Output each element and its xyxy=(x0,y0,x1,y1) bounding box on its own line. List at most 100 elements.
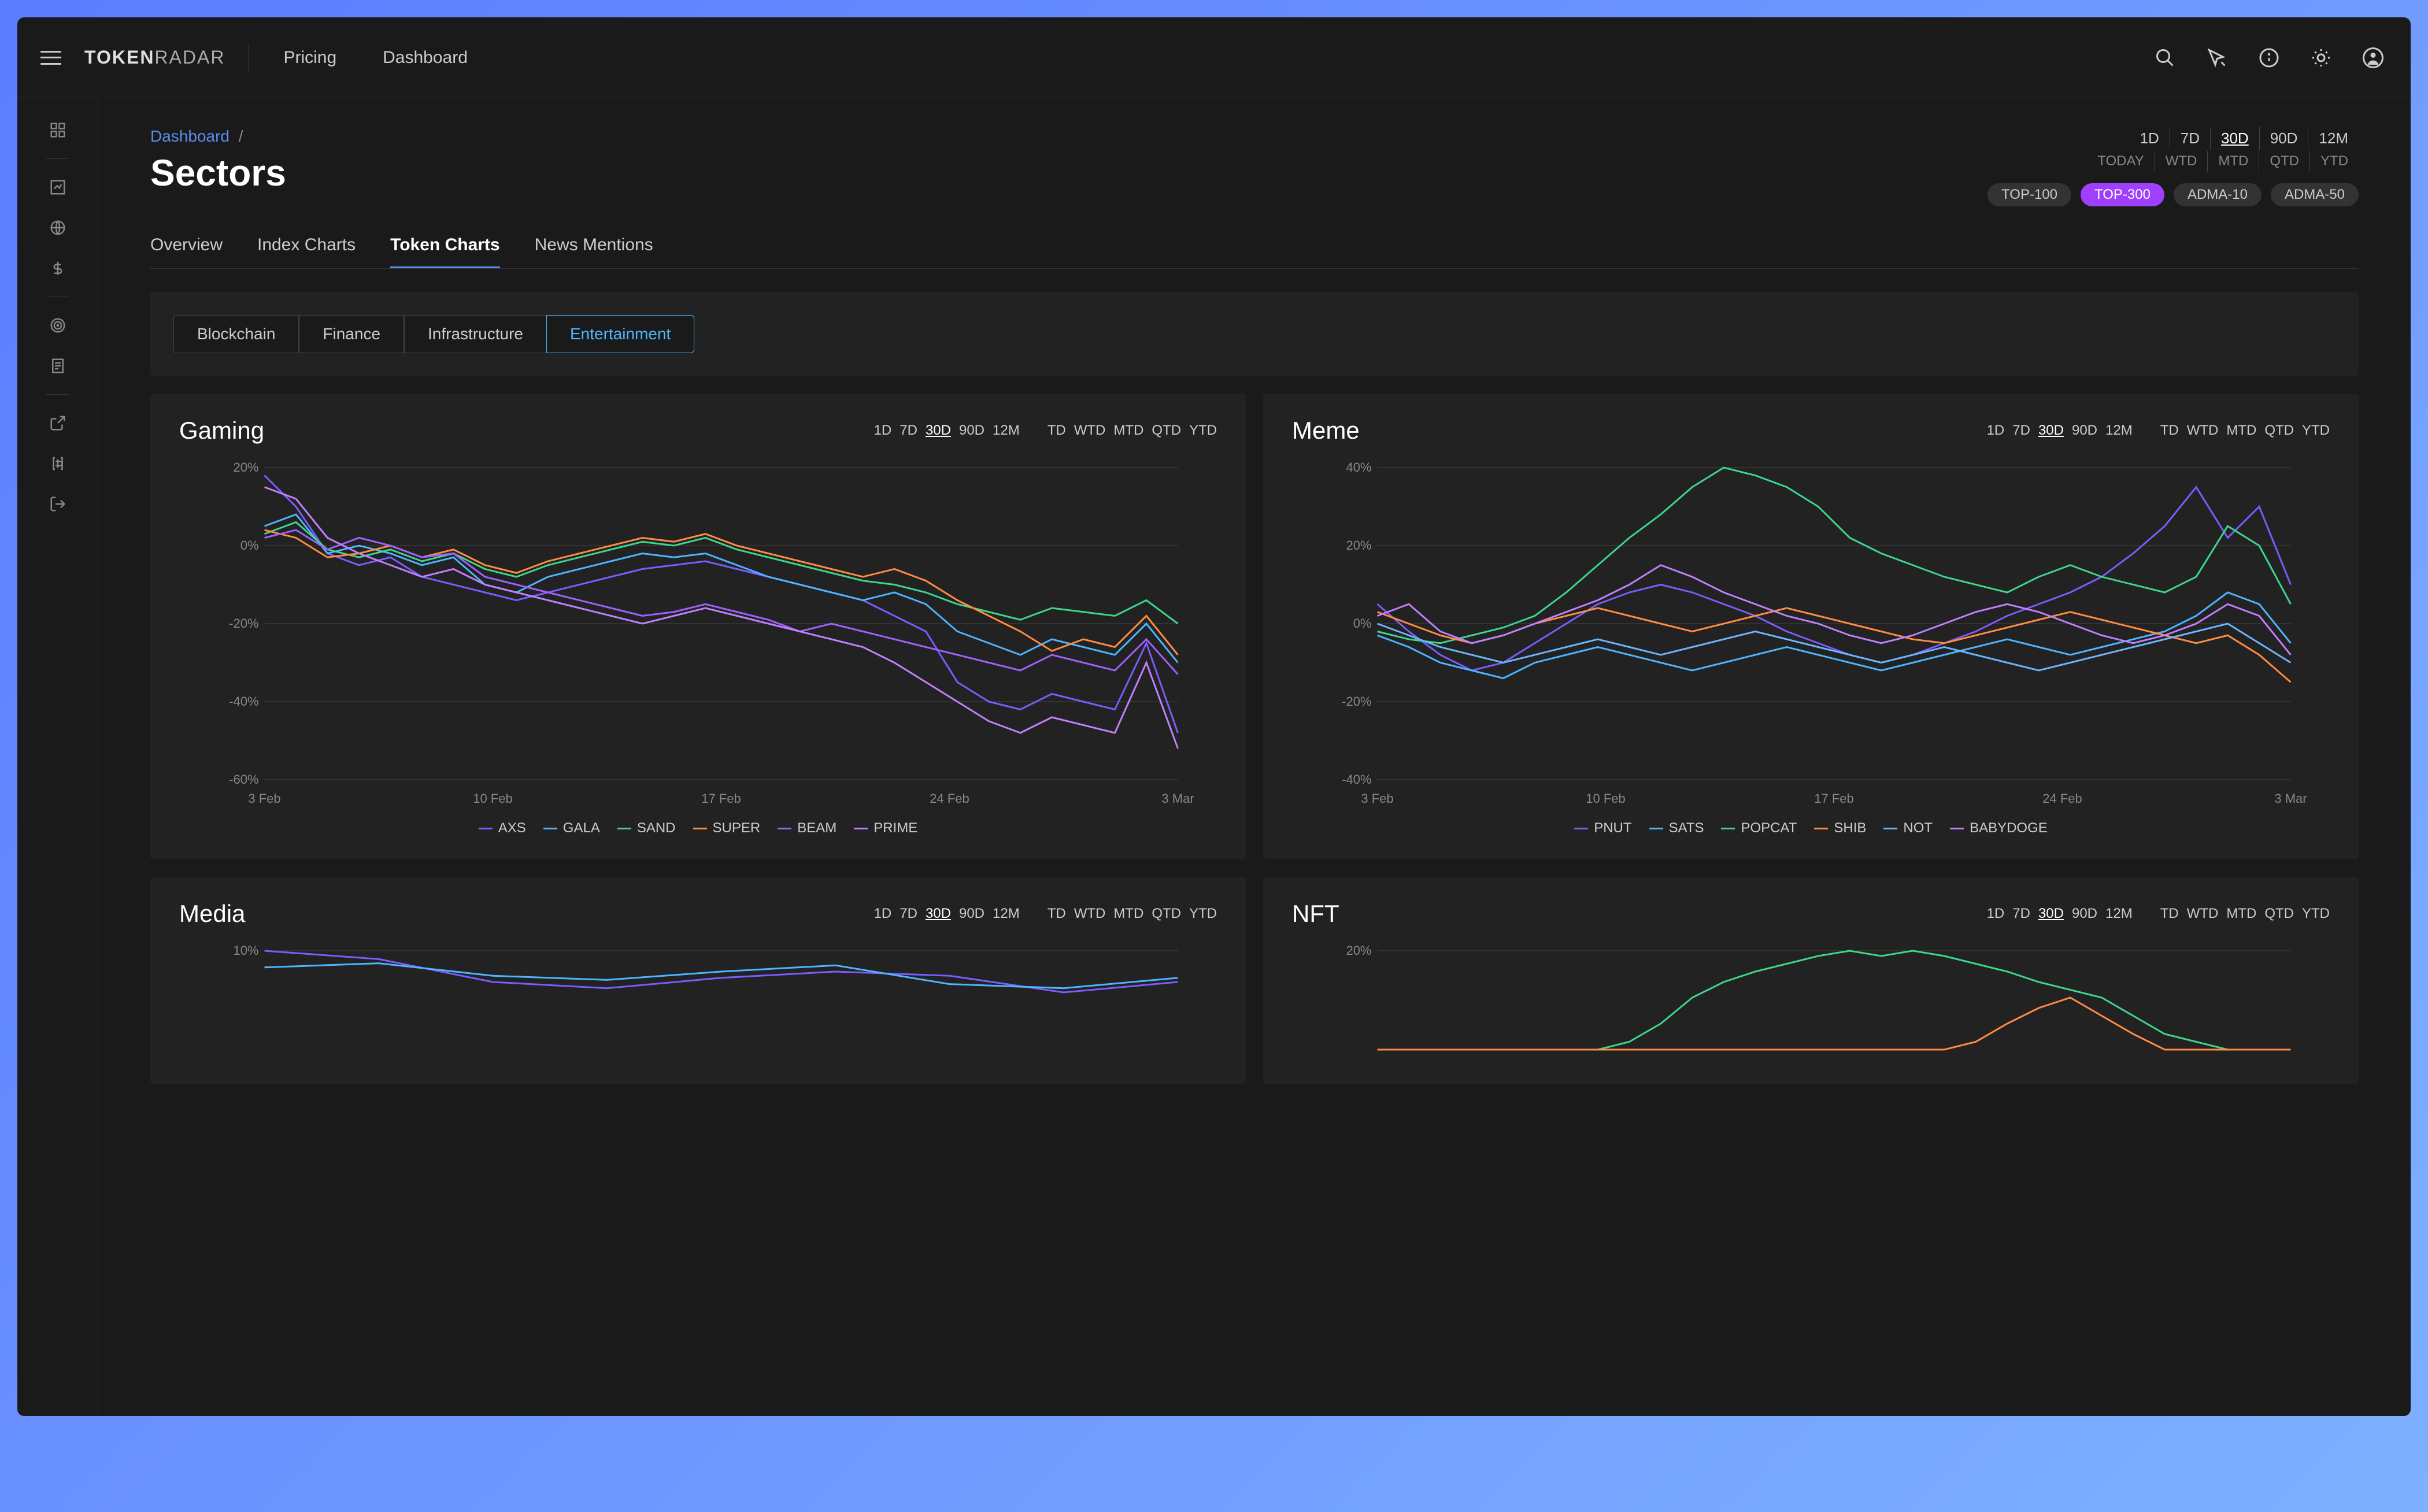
nav-dashboard[interactable]: Dashboard xyxy=(371,43,479,72)
svg-text:20%: 20% xyxy=(1346,538,1371,553)
divider xyxy=(248,43,249,72)
timerange-QTD[interactable]: QTD xyxy=(2259,151,2310,172)
side-globe-icon[interactable] xyxy=(43,213,72,242)
chart-tr-TD[interactable]: TD xyxy=(2160,906,2179,922)
legend-item[interactable]: SUPER xyxy=(693,820,761,836)
timerange-7D[interactable]: 7D xyxy=(2170,127,2211,150)
side-dollar-icon[interactable] xyxy=(43,254,72,283)
tab-index-charts[interactable]: Index Charts xyxy=(257,224,356,268)
chart-tr-1D[interactable]: 1D xyxy=(1987,906,2005,922)
timerange-TODAY[interactable]: TODAY xyxy=(2087,151,2155,172)
chart-tr-30D[interactable]: 30D xyxy=(926,906,951,922)
chart-tr-90D[interactable]: 90D xyxy=(959,423,984,439)
chart-tr-1D[interactable]: 1D xyxy=(874,423,892,439)
chart-tr-12M[interactable]: 12M xyxy=(2105,906,2133,922)
segment-blockchain[interactable]: Blockchain xyxy=(173,315,299,353)
chart-tr-YTD[interactable]: YTD xyxy=(2302,423,2330,439)
chart-tr-12M[interactable]: 12M xyxy=(993,906,1020,922)
chart-tr-7D[interactable]: 7D xyxy=(2012,906,2030,922)
chart-tr-1D[interactable]: 1D xyxy=(1987,423,2005,439)
chart-tr-WTD[interactable]: WTD xyxy=(2187,906,2219,922)
chart-tr-7D[interactable]: 7D xyxy=(900,906,917,922)
tab-token-charts[interactable]: Token Charts xyxy=(390,224,499,268)
chart-tr-90D[interactable]: 90D xyxy=(2072,906,2097,922)
timerange-MTD[interactable]: MTD xyxy=(2208,151,2259,172)
chart-tr-7D[interactable]: 7D xyxy=(900,423,917,439)
segment-entertainment[interactable]: Entertainment xyxy=(546,315,694,353)
side-document-icon[interactable] xyxy=(43,351,72,380)
side-brackets-icon[interactable] xyxy=(43,449,72,478)
legend-item[interactable]: PNUT xyxy=(1574,820,1631,836)
chart-tr-TD[interactable]: TD xyxy=(2160,423,2179,439)
user-icon[interactable] xyxy=(2359,43,2388,72)
chart-tr-1D[interactable]: 1D xyxy=(874,906,892,922)
legend-item[interactable]: SHIB xyxy=(1814,820,1866,836)
chart-tr-MTD[interactable]: MTD xyxy=(2226,423,2256,439)
chart-tr-MTD[interactable]: MTD xyxy=(2226,906,2256,922)
chart-tr-YTD[interactable]: YTD xyxy=(2302,906,2330,922)
breadcrumb-parent[interactable]: Dashboard xyxy=(150,127,230,145)
pill-top-100[interactable]: TOP-100 xyxy=(1987,183,2071,206)
chart-tr-TD[interactable]: TD xyxy=(1048,906,1066,922)
chart-tr-QTD[interactable]: QTD xyxy=(1152,906,1181,922)
legend-item[interactable]: PRIME xyxy=(854,820,917,836)
segment-infrastructure[interactable]: Infrastructure xyxy=(404,315,547,353)
legend-item[interactable]: POPCAT xyxy=(1721,820,1797,836)
legend-item[interactable]: BEAM xyxy=(778,820,837,836)
segment-finance[interactable]: Finance xyxy=(299,315,404,353)
chart-tr-QTD[interactable]: QTD xyxy=(1152,423,1181,439)
chart-tr-WTD[interactable]: WTD xyxy=(2187,423,2219,439)
side-external-icon[interactable] xyxy=(43,409,72,438)
chart-tr-TD[interactable]: TD xyxy=(1048,423,1066,439)
cursor-icon[interactable] xyxy=(2203,43,2231,72)
chart-tr-7D[interactable]: 7D xyxy=(2012,423,2030,439)
tab-news-mentions[interactable]: News Mentions xyxy=(535,224,653,268)
timerange-WTD[interactable]: WTD xyxy=(2155,151,2208,172)
chart-tr-30D[interactable]: 30D xyxy=(926,423,951,439)
pill-adma-50[interactable]: ADMA-50 xyxy=(2271,183,2359,206)
chart-tr-MTD[interactable]: MTD xyxy=(1113,906,1143,922)
svg-text:3 Mar: 3 Mar xyxy=(2274,791,2307,806)
legend-item[interactable]: SATS xyxy=(1649,820,1704,836)
pill-top-300[interactable]: TOP-300 xyxy=(2081,183,2164,206)
chart-tr-12M[interactable]: 12M xyxy=(993,423,1020,439)
svg-text:10%: 10% xyxy=(233,945,258,958)
theme-icon[interactable] xyxy=(2307,43,2336,72)
chart-tr-QTD[interactable]: QTD xyxy=(2264,423,2294,439)
chart-tr-WTD[interactable]: WTD xyxy=(1074,906,1106,922)
side-target-icon[interactable] xyxy=(43,311,72,340)
chart-tr-30D[interactable]: 30D xyxy=(2038,906,2064,922)
nav-pricing[interactable]: Pricing xyxy=(272,43,348,72)
chart-tr-YTD[interactable]: YTD xyxy=(1189,906,1217,922)
side-dashboard-icon[interactable] xyxy=(43,116,72,144)
chart-tr-12M[interactable]: 12M xyxy=(2105,423,2133,439)
svg-text:20%: 20% xyxy=(233,462,258,475)
svg-text:3 Mar: 3 Mar xyxy=(1161,791,1194,806)
side-trending-icon[interactable] xyxy=(43,173,72,202)
timerange-30D[interactable]: 30D xyxy=(2211,127,2260,150)
legend-item[interactable]: NOT xyxy=(1883,820,1933,836)
chart-timerange: 1D 7D 30D 90D 12M TD WTD MTD QTD YTD xyxy=(874,906,1217,922)
tab-overview[interactable]: Overview xyxy=(150,224,223,268)
timerange-90D[interactable]: 90D xyxy=(2260,127,2309,150)
chart-tr-90D[interactable]: 90D xyxy=(959,906,984,922)
menu-icon[interactable] xyxy=(40,47,61,68)
legend-item[interactable]: AXS xyxy=(479,820,526,836)
timerange-1D[interactable]: 1D xyxy=(2130,127,2170,150)
chart-tr-90D[interactable]: 90D xyxy=(2072,423,2097,439)
chart-tr-WTD[interactable]: WTD xyxy=(1074,423,1106,439)
pill-adma-10[interactable]: ADMA-10 xyxy=(2174,183,2262,206)
chart-tr-QTD[interactable]: QTD xyxy=(2264,906,2294,922)
search-icon[interactable] xyxy=(2151,43,2179,72)
side-logout-icon[interactable] xyxy=(43,490,72,518)
info-icon[interactable] xyxy=(2255,43,2283,72)
chart-tr-30D[interactable]: 30D xyxy=(2038,423,2064,439)
legend-item[interactable]: BABYDOGE xyxy=(1950,820,2048,836)
timerange-12M[interactable]: 12M xyxy=(2308,127,2359,150)
chart-tr-YTD[interactable]: YTD xyxy=(1189,423,1217,439)
legend-item[interactable]: SAND xyxy=(617,820,676,836)
svg-text:24 Feb: 24 Feb xyxy=(2042,791,2082,806)
chart-tr-MTD[interactable]: MTD xyxy=(1113,423,1143,439)
timerange-YTD[interactable]: YTD xyxy=(2310,151,2359,172)
legend-item[interactable]: GALA xyxy=(543,820,600,836)
